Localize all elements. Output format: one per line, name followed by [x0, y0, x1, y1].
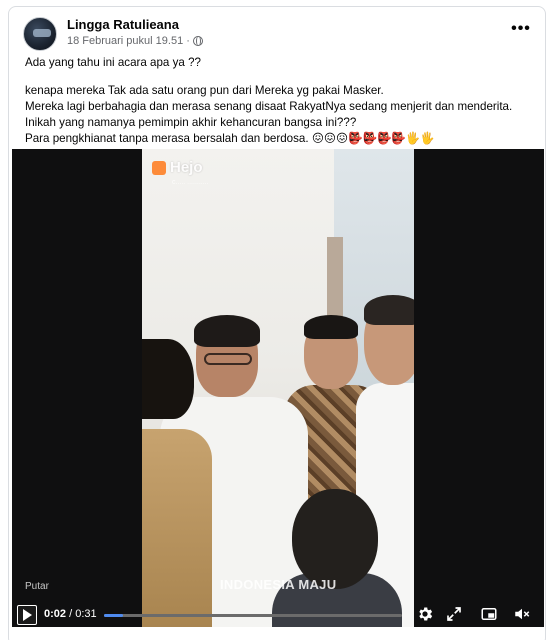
time-separator: / [69, 608, 73, 620]
duration: 0:31 [75, 608, 97, 620]
post-header: Lingga Ratulieana 18 Februari pukul 19.5… [23, 15, 533, 55]
post-line: Para pengkhianat tanpa merasa bersalah d… [25, 132, 435, 145]
avatar-visor [33, 29, 51, 37]
play-icon[interactable] [17, 605, 37, 625]
post-card: Lingga Ratulieana 18 Februari pukul 19.5… [8, 6, 546, 640]
progress-fill [104, 614, 124, 617]
meta-separator: · [186, 35, 190, 47]
author-name[interactable]: Lingga Ratulieana [67, 17, 179, 32]
logo-text: Hejo [170, 159, 203, 176]
post-line: Mereka lagi berbahagia dan merasa senang… [25, 100, 513, 113]
post-line: kenapa mereka Tak ada satu orang pun dar… [25, 84, 384, 97]
post-text: Ada yang tahu ini acara apa ya ?? kenapa… [25, 55, 537, 147]
video-player[interactable]: Hejo c..... ........... INDONESIA MAJU P… [12, 149, 544, 627]
logo-subtext: c..... ........... [172, 179, 209, 186]
progress-bar[interactable] [104, 614, 402, 617]
post-question: Ada yang tahu ini acara apa ya ?? [25, 56, 201, 69]
volume-muted-icon[interactable] [513, 605, 531, 623]
expand-icon[interactable] [445, 605, 463, 623]
video-watermark: INDONESIA MAJU [220, 577, 337, 592]
timestamp[interactable]: 18 Februari pukul 19.51 [67, 35, 183, 47]
time-display: 0:02 / 0:31 [44, 608, 97, 620]
channel-logo: Hejo [152, 159, 203, 176]
video-controls: 0:02 / 0:31 [12, 599, 544, 627]
current-time: 0:02 [44, 608, 67, 620]
play-label: Putar [25, 581, 49, 592]
globe-icon [192, 36, 203, 46]
gear-icon[interactable] [416, 605, 434, 623]
avatar[interactable] [23, 17, 57, 51]
post-line: Inikah yang namanya pemimpin akhir kehan… [25, 116, 357, 129]
picture-in-picture-icon[interactable] [480, 605, 498, 623]
person-left [142, 339, 212, 627]
video-frame[interactable]: Hejo c..... ........... [142, 149, 414, 627]
post-meta: 18 Februari pukul 19.51 · [67, 35, 203, 47]
logo-icon [152, 160, 166, 175]
more-options-button[interactable]: ••• [509, 21, 533, 43]
